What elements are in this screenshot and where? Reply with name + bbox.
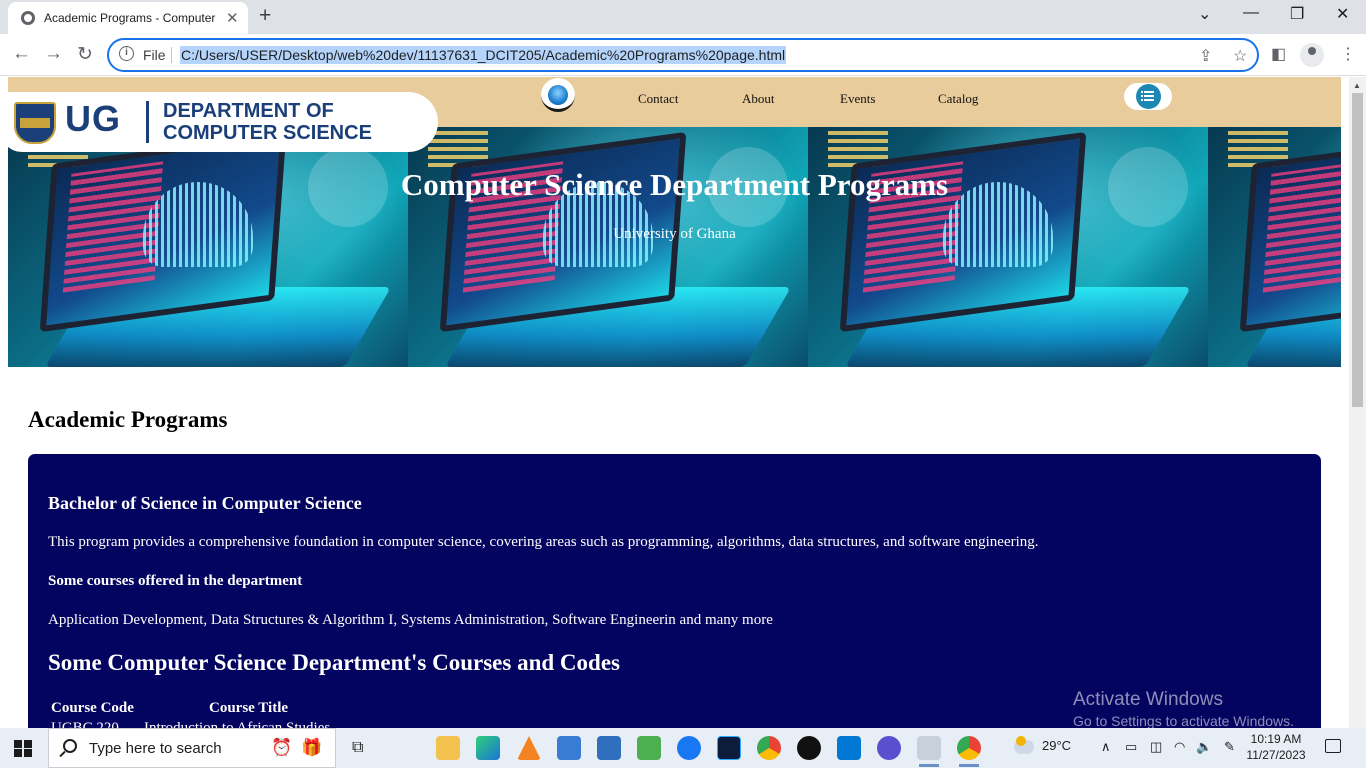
browser-menu-icon[interactable]: ⋮ xyxy=(1340,44,1356,64)
globe-icon xyxy=(21,11,35,25)
restore-icon[interactable]: ❐ xyxy=(1290,4,1304,24)
gift-icon: 🎁 xyxy=(301,738,323,757)
facebook-icon[interactable] xyxy=(677,736,701,760)
browser-tab-bar: Academic Programs - Computer ✕ + ⌄ — ❐ ✕ xyxy=(0,0,1366,34)
chrome-active-icon[interactable] xyxy=(957,736,981,767)
url-scheme-label: File xyxy=(143,47,166,63)
logo-department-text: DEPARTMENT OF COMPUTER SCIENCE xyxy=(163,100,372,144)
search-placeholder: Type here to search xyxy=(89,740,222,757)
hero-laptop-image xyxy=(808,127,1208,367)
logo-ug-text: UG xyxy=(65,98,121,139)
nav-link-events[interactable]: Events xyxy=(840,91,875,107)
pen-icon[interactable]: ✎ xyxy=(1224,739,1235,755)
meet-now-icon[interactable]: ◫ xyxy=(1150,739,1162,755)
tiktok-icon[interactable] xyxy=(797,736,821,760)
browser-tab[interactable]: Academic Programs - Computer ✕ xyxy=(8,2,248,34)
reload-icon[interactable]: ↻ xyxy=(77,43,93,66)
sublime-icon[interactable] xyxy=(637,736,661,760)
omnibox-divider xyxy=(171,47,172,63)
side-panel-icon[interactable]: ◧ xyxy=(1271,44,1286,64)
tab-search-chevron-icon[interactable]: ⌄ xyxy=(1198,4,1211,24)
page-viewport: Contact About Events Catalog UG DEPARTME… xyxy=(0,77,1349,728)
search-icon xyxy=(63,739,77,753)
vpn-icon[interactable] xyxy=(877,736,901,760)
nav-link-about[interactable]: About xyxy=(742,91,775,107)
table-header-course-title: Course Title xyxy=(209,700,289,716)
forward-icon[interactable]: → xyxy=(44,43,63,65)
department-logo[interactable]: UG DEPARTMENT OF COMPUTER SCIENCE xyxy=(0,92,438,152)
program-description: This program provides a comprehensive fo… xyxy=(48,534,1039,550)
courses-heading: Some courses offered in the department xyxy=(48,573,303,589)
activate-windows-watermark: Activate Windows Go to Settings to activ… xyxy=(1073,689,1294,729)
new-tab-button[interactable]: + xyxy=(259,4,271,28)
task-view-icon[interactable]: ⧉ xyxy=(352,739,363,757)
hero-subtitle: University of Ghana xyxy=(613,226,736,242)
notifications-icon[interactable] xyxy=(1325,739,1341,753)
scroll-up-arrow-icon[interactable]: ▲ xyxy=(1353,81,1361,90)
windows-start-icon[interactable] xyxy=(14,740,32,757)
scrollbar-thumb[interactable] xyxy=(1352,93,1363,407)
courses-list: Application Development, Data Structures… xyxy=(48,612,773,628)
profile-avatar-icon[interactable] xyxy=(1300,43,1324,67)
mail-icon[interactable] xyxy=(597,736,621,760)
edge-icon[interactable] xyxy=(476,736,500,760)
browser-toolbar: ← → ↻ i File C:/Users/USER/Desktop/web%2… xyxy=(0,34,1366,76)
home-button[interactable] xyxy=(541,78,575,112)
university-crest-icon xyxy=(14,102,56,144)
volume-icon[interactable]: 🔈 xyxy=(1196,739,1212,755)
section-title: Academic Programs xyxy=(28,407,228,432)
tab-title: Academic Programs - Computer xyxy=(44,11,216,25)
nav-link-catalog[interactable]: Catalog xyxy=(938,91,978,107)
list-menu-icon xyxy=(1136,84,1161,109)
table-cell-course-code: UGBC 220 xyxy=(51,720,119,728)
bookmark-star-icon[interactable]: ☆ xyxy=(1233,46,1247,66)
tab-close-icon[interactable]: ✕ xyxy=(226,9,239,27)
window-close-icon[interactable]: ✕ xyxy=(1336,4,1349,24)
alarm-clock-icon: ⏰ xyxy=(271,738,293,757)
share-icon[interactable]: ⇪ xyxy=(1199,46,1212,66)
photoshop-icon[interactable] xyxy=(717,736,741,760)
chrome-icon[interactable] xyxy=(757,736,781,760)
nav-link-contact[interactable]: Contact xyxy=(638,91,678,107)
weather-widget[interactable]: 29°C xyxy=(1014,735,1072,754)
course-codes-title: Some Computer Science Department's Cours… xyxy=(48,650,620,675)
battery-icon[interactable]: ▭ xyxy=(1125,739,1137,755)
store-icon[interactable] xyxy=(557,736,581,760)
program-title: Bachelor of Science in Computer Science xyxy=(48,493,362,513)
partly-cloudy-icon xyxy=(1014,735,1034,754)
windows-taskbar: Type here to search ⏰ 🎁 ⧉ 29°C ∧ ▭ ◫ ◠ 🔈… xyxy=(0,728,1366,768)
file-explorer-icon[interactable] xyxy=(436,736,460,760)
vscode-icon[interactable] xyxy=(837,736,861,760)
hero-banner: Computer Science Department Programs Uni… xyxy=(8,127,1341,367)
site-info-icon[interactable]: i xyxy=(119,46,134,61)
minimize-icon[interactable]: — xyxy=(1243,4,1259,22)
system-clock[interactable]: 10:19 AM 11/27/2023 xyxy=(1246,731,1306,763)
taskbar-search[interactable]: Type here to search ⏰ 🎁 xyxy=(48,728,336,768)
vlc-icon[interactable] xyxy=(517,736,541,760)
back-icon[interactable]: ← xyxy=(12,43,31,65)
hero-laptop-image xyxy=(408,127,808,367)
url-text[interactable]: C:/Users/USER/Desktop/web%20dev/11137631… xyxy=(180,46,787,64)
table-cell-course-title: Introduction to African Studies xyxy=(144,720,331,728)
table-header-course-code: Course Code xyxy=(51,700,134,716)
hero-title: Computer Science Department Programs xyxy=(400,167,949,202)
snipping-tool-icon[interactable] xyxy=(917,736,941,767)
home-icon xyxy=(548,85,568,105)
hero-laptop-image xyxy=(8,127,408,367)
logo-divider xyxy=(146,101,149,143)
show-hidden-icons-chevron-icon[interactable]: ∧ xyxy=(1101,739,1111,755)
menu-button[interactable] xyxy=(1124,83,1172,110)
wifi-icon[interactable]: ◠ xyxy=(1174,739,1185,755)
page-scrollbar[interactable]: ▲ xyxy=(1349,77,1366,728)
weather-temp: 29°C xyxy=(1042,738,1072,753)
program-card: Bachelor of Science in Computer Science … xyxy=(28,454,1321,728)
hero-laptop-image xyxy=(1208,127,1341,367)
address-bar[interactable]: i File C:/Users/USER/Desktop/web%20dev/1… xyxy=(107,38,1259,72)
